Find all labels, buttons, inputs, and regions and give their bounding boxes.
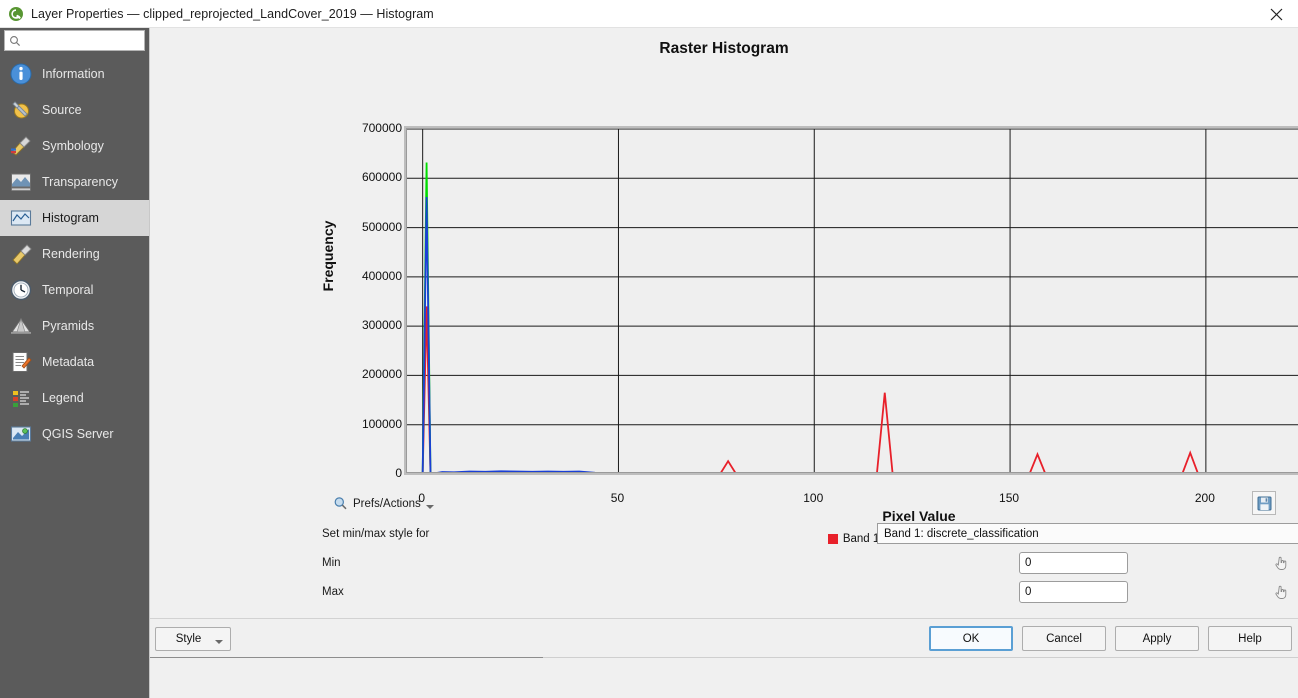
histogram-chart: Raster Histogram Frequency 0 100000 200000… (150, 28, 1298, 545)
max-label: Max (322, 586, 344, 598)
save-histogram-button[interactable] (1252, 491, 1276, 515)
layer-properties-window: Layer Properties — clipped_reprojected_L… (0, 0, 1298, 698)
rendering-icon (8, 241, 34, 267)
dialog-footer: Style OK Cancel Apply Help (150, 618, 1298, 662)
band-select-value: Band 1: discrete_classification (884, 527, 1039, 540)
sidebar-item-label: Transparency (42, 175, 118, 189)
sidebar-item-label: Symbology (42, 139, 104, 153)
histogram-icon (8, 205, 34, 231)
window-body: Information Source Symbology Transparenc… (0, 28, 1298, 698)
help-button[interactable]: Help (1208, 626, 1292, 651)
min-input[interactable] (1019, 552, 1128, 574)
source-icon (8, 97, 34, 123)
temporal-icon (8, 277, 34, 303)
sidebar-item-information[interactable]: Information (0, 56, 149, 92)
pick-hand-icon (1274, 556, 1286, 570)
y-tick-label: 400000 (361, 268, 402, 283)
sidebar-item-label: Metadata (42, 355, 95, 369)
magnifier-icon (334, 497, 347, 510)
sidebar-item-label: Rendering (42, 247, 100, 261)
sidebar-item-histogram[interactable]: Histogram (0, 200, 149, 236)
controls-section: Prefs/Actions Set min/max style for Band… (150, 488, 1298, 618)
sidebar-item-symbology[interactable]: Symbology (0, 128, 149, 164)
sidebar-item-label: Temporal (42, 283, 94, 297)
minmax-style-label: Set min/max style for (322, 528, 430, 540)
y-axis-ticks: 0 100000 200000 300000 400000 500000 600000 700… (330, 28, 402, 488)
chevron-down-icon (425, 504, 434, 509)
information-icon (8, 61, 34, 87)
series-band-3 (421, 196, 608, 472)
sidebar-item-label: Source (42, 103, 82, 117)
chart-title: Raster Histogram (659, 40, 789, 57)
qgis-server-icon (8, 421, 34, 447)
search-icon (10, 35, 21, 46)
save-icon (1257, 496, 1271, 510)
sidebar-item-legend[interactable]: Legend (0, 380, 149, 416)
y-tick-label: 0 (395, 466, 402, 480)
max-input[interactable] (1019, 581, 1128, 603)
sidebar-item-temporal[interactable]: Temporal (0, 272, 149, 308)
sidebar-item-transparency[interactable]: Transparency (0, 164, 149, 200)
sidebar: Information Source Symbology Transparenc… (0, 28, 150, 698)
sidebar-item-rendering[interactable]: Rendering (0, 236, 149, 272)
min-label: Min (322, 557, 341, 569)
apply-button[interactable]: Apply (1115, 626, 1199, 651)
window-title: Layer Properties — clipped_reprojected_L… (31, 6, 434, 21)
style-button[interactable]: Style (155, 627, 231, 651)
main-panel: Raster Histogram Frequency 0 100000 200000… (150, 28, 1298, 698)
y-tick-label: 700000 (361, 121, 402, 135)
series-band-1 (421, 306, 1199, 472)
plot-area (404, 126, 1298, 475)
sidebar-item-source[interactable]: Source (0, 92, 149, 128)
y-tick-label: 300000 (361, 318, 402, 333)
prefs-actions-button[interactable]: Prefs/Actions (333, 496, 434, 511)
pyramids-icon (8, 313, 34, 339)
y-tick-label: 200000 (361, 367, 402, 382)
title-bar: Layer Properties — clipped_reprojected_L… (0, 0, 1298, 28)
symbology-icon (8, 133, 34, 159)
sidebar-item-label: Pyramids (42, 319, 95, 333)
sidebar-nav-list: Information Source Symbology Transparenc… (0, 55, 149, 698)
metadata-icon (8, 349, 34, 375)
cancel-button[interactable]: Cancel (1022, 626, 1106, 651)
y-tick-label: 500000 (361, 219, 402, 234)
ok-button[interactable]: OK (929, 626, 1013, 651)
legend-icon (8, 385, 34, 411)
series-band-2 (421, 162, 587, 472)
y-tick-label: 100000 (361, 416, 402, 431)
qgis-logo (8, 6, 24, 22)
chevron-down-icon (215, 640, 223, 644)
prefs-actions-label: Prefs/Actions (353, 497, 421, 510)
sidebar-item-pyramids[interactable]: Pyramids (0, 308, 149, 344)
bottom-strip (150, 657, 1298, 662)
pick-hand-icon (1274, 585, 1286, 599)
y-tick-label: 600000 (361, 170, 402, 185)
search-input[interactable] (24, 33, 140, 48)
sidebar-item-metadata[interactable]: Metadata (0, 344, 149, 380)
sidebar-item-label: Histogram (42, 211, 99, 225)
style-button-label: Style (175, 633, 202, 645)
min-pick-button[interactable] (1269, 552, 1291, 574)
sidebar-item-label: Legend (42, 391, 84, 405)
sidebar-item-qgis-server[interactable]: QGIS Server (0, 416, 149, 452)
search-box[interactable] (4, 30, 145, 51)
sidebar-item-label: QGIS Server (42, 427, 114, 441)
max-pick-button[interactable] (1269, 581, 1291, 603)
band-select[interactable]: Band 1: discrete_classification (877, 523, 1298, 544)
transparency-icon (8, 169, 34, 195)
footer-button-group: OK Cancel Apply Help (929, 626, 1292, 651)
close-icon[interactable] (1254, 0, 1298, 28)
sidebar-item-label: Information (42, 67, 105, 81)
